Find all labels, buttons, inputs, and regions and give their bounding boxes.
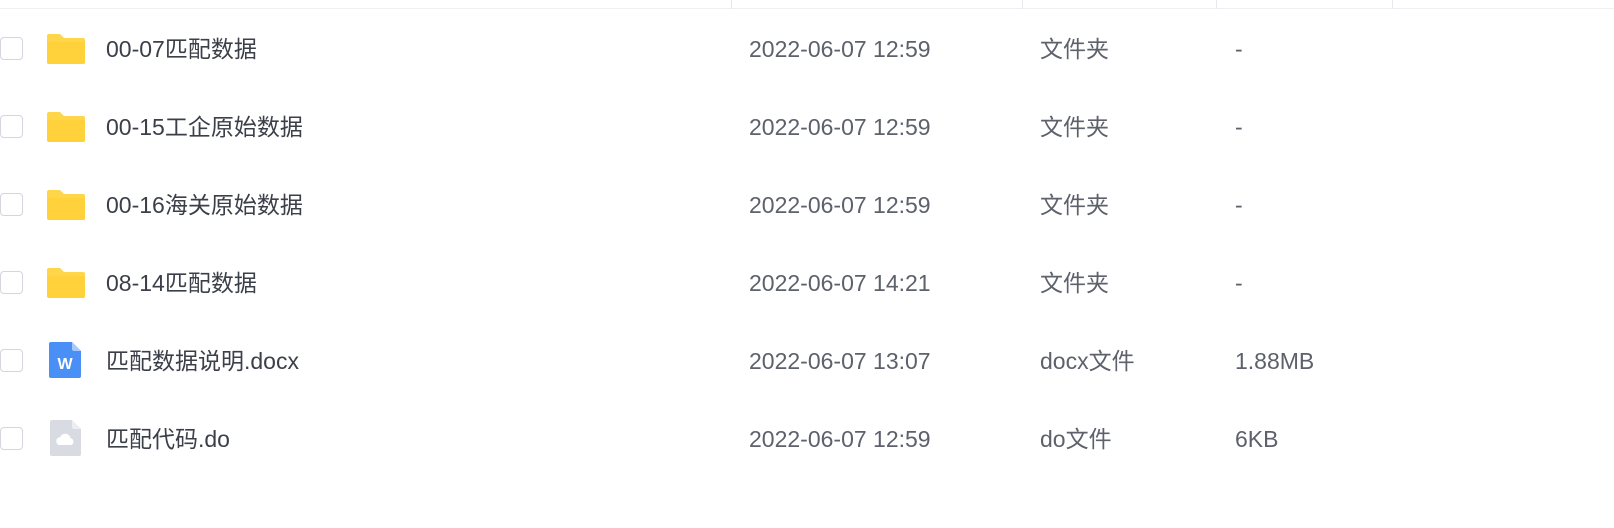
column-header <box>0 0 1614 9</box>
file-row[interactable]: 00-07匹配数据 2022-06-07 12:59 文件夹 - <box>0 10 1614 88</box>
file-row[interactable]: 00-16海关原始数据 2022-06-07 12:59 文件夹 - <box>0 166 1614 244</box>
file-row[interactable]: 08-14匹配数据 2022-06-07 14:21 文件夹 - <box>0 244 1614 322</box>
column-divider[interactable] <box>731 0 732 9</box>
file-name[interactable]: 匹配数据说明.docx <box>106 345 299 377</box>
column-divider[interactable] <box>1392 0 1393 9</box>
word-document-icon: W <box>46 340 86 380</box>
file-name[interactable]: 匹配代码.do <box>106 423 230 455</box>
file-type: 文件夹 <box>1040 36 1109 62</box>
row-checkbox[interactable] <box>0 115 23 138</box>
generic-file-icon <box>46 418 86 458</box>
file-name[interactable]: 00-15工企原始数据 <box>106 111 303 143</box>
file-size: - <box>1235 270 1243 296</box>
file-size: 1.88MB <box>1235 348 1315 374</box>
file-type: 文件夹 <box>1040 270 1109 296</box>
row-checkbox[interactable] <box>0 193 23 216</box>
file-name[interactable]: 00-16海关原始数据 <box>106 189 303 221</box>
file-size: - <box>1235 192 1243 218</box>
file-list: 00-07匹配数据 2022-06-07 12:59 文件夹 - 00-15工企… <box>0 0 1614 528</box>
row-checkbox[interactable] <box>0 37 23 60</box>
file-row[interactable]: W 匹配数据说明.docx 2022-06-07 13:07 docx文件 1.… <box>0 322 1614 400</box>
file-size: - <box>1235 36 1243 62</box>
file-row[interactable]: 00-15工企原始数据 2022-06-07 12:59 文件夹 - <box>0 88 1614 166</box>
file-row[interactable]: 匹配代码.do 2022-06-07 12:59 do文件 6KB <box>0 400 1614 478</box>
file-name[interactable]: 00-07匹配数据 <box>106 33 257 65</box>
word-icon-letter: W <box>57 356 73 373</box>
file-size: - <box>1235 114 1243 140</box>
folder-icon <box>46 106 86 146</box>
file-type: do文件 <box>1040 426 1112 452</box>
folder-icon <box>46 262 86 302</box>
folder-icon <box>46 28 86 68</box>
modified-date: 2022-06-07 12:59 <box>749 426 931 452</box>
file-size: 6KB <box>1235 426 1279 452</box>
folder-icon <box>46 184 86 224</box>
file-type: 文件夹 <box>1040 114 1109 140</box>
file-type: 文件夹 <box>1040 192 1109 218</box>
modified-date: 2022-06-07 12:59 <box>749 36 931 62</box>
modified-date: 2022-06-07 12:59 <box>749 192 931 218</box>
modified-date: 2022-06-07 13:07 <box>749 348 931 374</box>
column-divider[interactable] <box>1022 0 1023 9</box>
row-checkbox[interactable] <box>0 427 23 450</box>
file-name[interactable]: 08-14匹配数据 <box>106 267 257 299</box>
row-checkbox[interactable] <box>0 349 23 372</box>
modified-date: 2022-06-07 14:21 <box>749 270 931 296</box>
file-type: docx文件 <box>1040 348 1135 374</box>
modified-date: 2022-06-07 12:59 <box>749 114 931 140</box>
column-divider[interactable] <box>1216 0 1217 9</box>
row-checkbox[interactable] <box>0 271 23 294</box>
